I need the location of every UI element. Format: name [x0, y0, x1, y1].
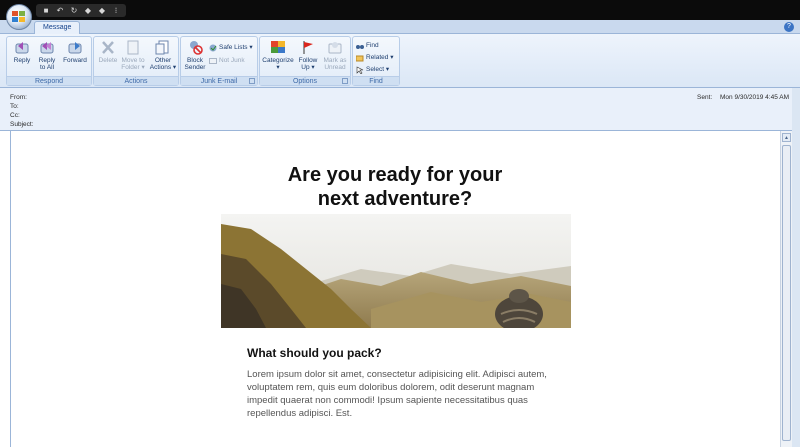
find-button[interactable]: Find	[356, 41, 379, 50]
to-label: To:	[10, 103, 19, 110]
message-header: From: To: Cc: Subject: Sent: Mon 9/30/20…	[0, 88, 800, 131]
select-button[interactable]: Select ▾	[356, 65, 389, 74]
forward-icon	[67, 40, 83, 55]
group-label-junk-email: Junk E-mail	[181, 76, 257, 85]
group-junk-email: Block Sender Safe Lists ▾ Not Junk Junk …	[180, 36, 258, 86]
block-sender-button[interactable]: Block Sender	[183, 40, 207, 71]
ribbon-tab-row: Message ?	[0, 20, 800, 35]
hero-mountain-image	[221, 214, 571, 328]
not-junk-button[interactable]: Not Junk	[209, 56, 245, 65]
other-actions-button[interactable]: Other Actions ▾	[149, 40, 177, 71]
follow-up-button[interactable]: Follow Up ▾	[296, 40, 320, 71]
mark-as-unread-button[interactable]: Mark as Unread	[322, 40, 348, 71]
scroll-up-arrow-icon[interactable]: ▲	[782, 133, 791, 142]
sent-value: Mon 9/30/2019 4:45 AM	[720, 94, 790, 101]
safe-lists-button[interactable]: Safe Lists ▾	[209, 43, 253, 52]
options-dialog-launcher[interactable]	[342, 78, 348, 84]
group-find: Find Related ▾ Select ▾ Find	[352, 36, 400, 86]
scroll-thumb[interactable]	[782, 145, 791, 441]
group-respond: Reply Reply to All Forward Respond	[6, 36, 92, 86]
group-label-options: Options	[260, 76, 350, 85]
move-to-folder-button[interactable]: Move to Folder ▾	[120, 40, 146, 71]
related-icon	[355, 54, 364, 62]
junk-email-dialog-launcher[interactable]	[249, 78, 255, 84]
redo-icon[interactable]: ↻	[69, 5, 79, 17]
ribbon: Reply Reply to All Forward Respond Delet…	[0, 34, 800, 88]
from-label: From:	[10, 94, 27, 101]
help-icon[interactable]: ?	[784, 22, 794, 32]
reply-all-button[interactable]: Reply to All	[35, 40, 59, 71]
customize-qat-icon[interactable]: ⁝	[111, 5, 121, 17]
undo-icon[interactable]: ↶	[55, 5, 65, 17]
other-actions-icon	[155, 40, 171, 55]
group-label-actions: Actions	[94, 76, 178, 85]
mark-as-unread-icon	[327, 40, 343, 55]
window-frame-right	[792, 88, 800, 447]
categorize-icon	[270, 40, 286, 55]
select-cursor-icon	[356, 66, 364, 74]
office-button[interactable]	[6, 4, 32, 30]
reply-button[interactable]: Reply	[11, 40, 33, 64]
tab-message[interactable]: Message	[34, 21, 81, 35]
group-label-respond: Respond	[7, 76, 91, 85]
quick-access-toolbar: ■ ↶ ↻ ◆ ◆ ⁝	[36, 4, 126, 17]
group-actions: Delete Move to Folder ▾ Other Actions ▾ …	[93, 36, 179, 86]
related-button[interactable]: Related ▾	[355, 53, 393, 62]
sent-label: Sent:	[697, 94, 713, 101]
forward-button[interactable]: Forward	[61, 40, 89, 64]
reply-all-icon	[39, 40, 55, 55]
delete-icon	[100, 40, 116, 55]
cc-label: Cc:	[10, 112, 20, 119]
group-label-find: Find	[353, 76, 399, 85]
not-junk-icon	[209, 57, 217, 65]
vertical-scrollbar[interactable]: ▲	[780, 131, 792, 447]
block-sender-icon	[187, 40, 203, 55]
group-options: Categorize ▾ Follow Up ▾ Mark as Unread …	[259, 36, 351, 86]
email-headline: Are you ready for your next adventure?	[287, 164, 503, 210]
body-paragraph: Lorem ipsum dolor sit amet, consectetur …	[247, 369, 547, 419]
next-item-icon[interactable]: ◆	[97, 5, 107, 17]
delete-button[interactable]: Delete	[97, 40, 119, 64]
find-binoculars-icon	[356, 42, 364, 50]
subject-label: Subject:	[10, 121, 34, 128]
safe-lists-icon	[209, 44, 217, 52]
previous-item-icon[interactable]: ◆	[83, 5, 93, 17]
section-title: What should you pack?	[247, 346, 382, 360]
follow-up-flag-icon	[300, 40, 316, 55]
save-icon[interactable]: ■	[41, 5, 51, 17]
categorize-button[interactable]: Categorize ▾	[262, 40, 294, 71]
reply-icon	[14, 40, 30, 55]
office-logo-icon	[12, 11, 26, 23]
move-to-folder-icon	[125, 40, 141, 55]
